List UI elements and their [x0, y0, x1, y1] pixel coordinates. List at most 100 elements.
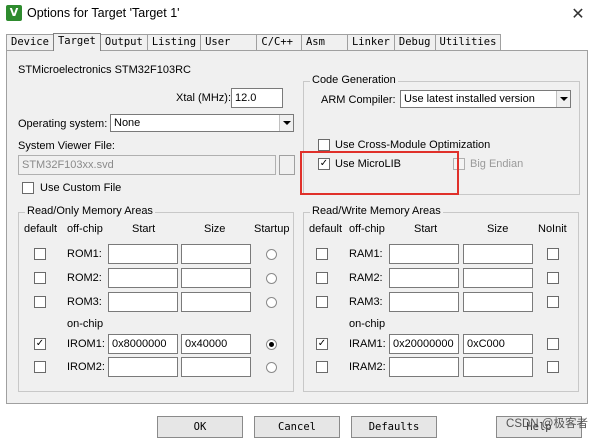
ram1-label: RAM1:	[349, 248, 383, 260]
tab-asm[interactable]: Asm	[300, 34, 348, 51]
tab-c-cpp[interactable]: C/C++	[256, 34, 302, 51]
ram3-label: RAM3:	[349, 296, 383, 308]
irom2-size-input[interactable]	[181, 357, 251, 377]
rom-onchip-label: on-chip	[67, 318, 104, 330]
ram3-default-checkbox[interactable]	[316, 296, 328, 308]
irom1-start-input[interactable]: 0x8000000	[108, 334, 178, 354]
cross-module-checkbox[interactable]	[318, 139, 330, 151]
rom2-default-checkbox[interactable]	[34, 272, 46, 284]
ram-header-default: default	[309, 223, 343, 235]
cancel-button[interactable]: Cancel	[254, 416, 340, 438]
irom2-startup-radio[interactable]	[266, 362, 277, 373]
rom2-start-input[interactable]	[108, 268, 178, 288]
irom2-label: IROM2:	[67, 361, 105, 373]
rom2-size-input[interactable]	[181, 268, 251, 288]
ram2-start-input[interactable]	[389, 268, 459, 288]
big-endian-label: Big Endian	[470, 158, 524, 170]
rom3-size-input[interactable]	[181, 292, 251, 312]
rom1-size-input[interactable]	[181, 244, 251, 264]
arm-compiler-select[interactable]: Use latest installed version	[400, 90, 571, 108]
keil-app-icon: V	[6, 5, 22, 21]
window-title: Options for Target 'Target 1'	[27, 6, 180, 20]
iram1-size-input[interactable]: 0xC000	[463, 334, 533, 354]
rom1-startup-radio[interactable]	[266, 249, 277, 260]
ram1-default-checkbox[interactable]	[316, 248, 328, 260]
xtal-input[interactable]: 12.0	[231, 88, 283, 108]
rom-group-title: Read/Only Memory Areas	[25, 205, 155, 217]
tab-output[interactable]: Output	[99, 34, 148, 51]
ram2-default-checkbox[interactable]	[316, 272, 328, 284]
chevron-down-icon	[279, 115, 293, 131]
ram-header-noinit: NoInit	[538, 223, 567, 235]
arm-compiler-label: ARM Compiler:	[321, 94, 396, 106]
ram-header-offchip: off-chip	[349, 223, 385, 235]
arm-compiler-value: Use latest installed version	[404, 93, 535, 105]
svd-label: System Viewer File:	[18, 140, 115, 152]
iram1-default-checkbox[interactable]: ✓	[316, 338, 328, 350]
rom2-label: ROM2:	[67, 272, 102, 284]
highlight-box	[300, 151, 459, 195]
irom2-start-input[interactable]	[108, 357, 178, 377]
ram1-noinit-checkbox[interactable]	[547, 248, 559, 260]
irom1-default-checkbox[interactable]: ✓	[34, 338, 46, 350]
chevron-down-icon	[556, 91, 570, 107]
title-bar: V Options for Target 'Target 1' ✕	[0, 0, 596, 28]
ram1-start-input[interactable]	[389, 244, 459, 264]
iram2-size-input[interactable]	[463, 357, 533, 377]
rom2-startup-radio[interactable]	[266, 273, 277, 284]
svd-input[interactable]: STM32F103xx.svd	[18, 155, 276, 175]
rom-header-start: Start	[132, 223, 156, 235]
tab-target[interactable]: Target	[52, 33, 101, 51]
tab-strip: Device Target Output Listing User C/C++ …	[6, 33, 502, 51]
iram2-label: IRAM2:	[349, 361, 386, 373]
ram2-size-input[interactable]	[463, 268, 533, 288]
close-icon[interactable]: ✕	[568, 4, 588, 24]
use-custom-file-checkbox[interactable]	[22, 182, 34, 194]
use-custom-file-label: Use Custom File	[40, 182, 122, 194]
rom1-label: ROM1:	[67, 248, 102, 260]
tab-linker[interactable]: Linker	[346, 34, 395, 51]
tab-listing[interactable]: Listing	[146, 34, 202, 51]
rom3-default-checkbox[interactable]	[34, 296, 46, 308]
rom3-start-input[interactable]	[108, 292, 178, 312]
ram3-size-input[interactable]	[463, 292, 533, 312]
device-name: STMicroelectronics STM32F103RC	[18, 64, 191, 76]
rom1-default-checkbox[interactable]	[34, 248, 46, 260]
os-select-value: None	[114, 117, 141, 129]
tab-user[interactable]: User	[200, 34, 258, 51]
irom1-size-input[interactable]: 0x40000	[181, 334, 251, 354]
ram-header-size: Size	[487, 223, 509, 235]
rom-header-startup: Startup	[254, 223, 290, 235]
iram1-start-input[interactable]: 0x20000000	[389, 334, 459, 354]
iram2-start-input[interactable]	[389, 357, 459, 377]
ram-onchip-label: on-chip	[349, 318, 386, 330]
tab-device[interactable]: Device	[6, 34, 54, 51]
rom-header-offchip: off-chip	[67, 223, 103, 235]
rom3-label: ROM3:	[67, 296, 102, 308]
ram3-start-input[interactable]	[389, 292, 459, 312]
ram1-size-input[interactable]	[463, 244, 533, 264]
ram-group-title: Read/Write Memory Areas	[310, 205, 443, 217]
irom1-label: IROM1:	[67, 338, 105, 350]
iram2-noinit-checkbox[interactable]	[547, 361, 559, 373]
ram3-noinit-checkbox[interactable]	[547, 296, 559, 308]
code-generation-title: Code Generation	[310, 74, 398, 86]
tab-debug[interactable]: Debug	[393, 34, 436, 51]
tab-utilities[interactable]: Utilities	[434, 34, 502, 51]
irom2-default-checkbox[interactable]	[34, 361, 46, 373]
browse-button[interactable]	[279, 155, 295, 175]
iram2-default-checkbox[interactable]	[316, 361, 328, 373]
irom1-startup-radio[interactable]	[266, 339, 277, 350]
rom3-startup-radio[interactable]	[266, 297, 277, 308]
os-select[interactable]: None	[110, 114, 294, 132]
ram2-label: RAM2:	[349, 272, 383, 284]
ram2-noinit-checkbox[interactable]	[547, 272, 559, 284]
rom1-start-input[interactable]	[108, 244, 178, 264]
defaults-button[interactable]: Defaults	[351, 416, 437, 438]
ok-button[interactable]: OK	[157, 416, 243, 438]
cross-module-label: Use Cross-Module Optimization	[335, 139, 491, 151]
iram1-noinit-checkbox[interactable]	[547, 338, 559, 350]
xtal-label: Xtal (MHz):	[176, 92, 231, 104]
ram-header-start: Start	[414, 223, 438, 235]
iram1-label: IRAM1:	[349, 338, 386, 350]
